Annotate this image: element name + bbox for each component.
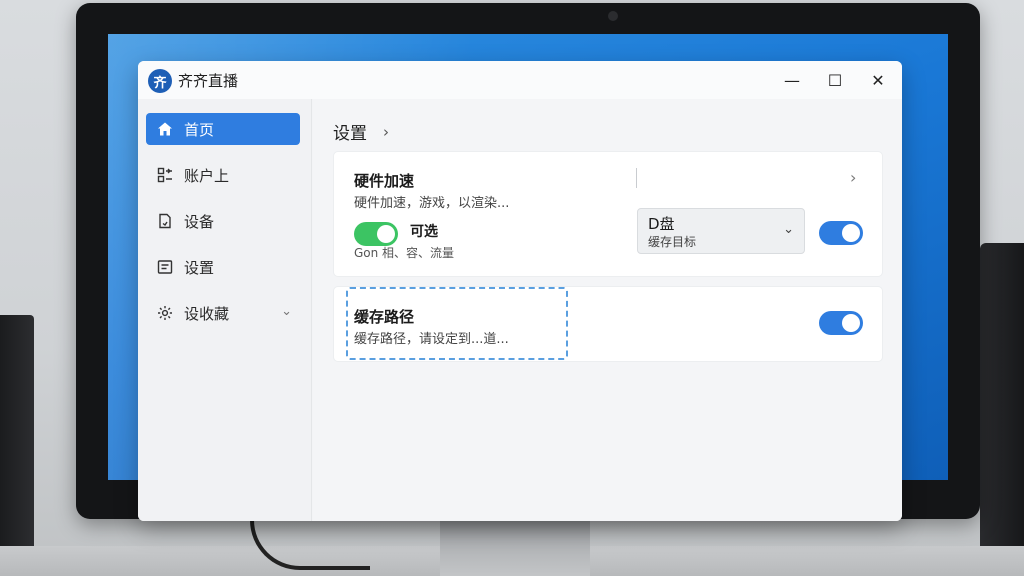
toggle-knob bbox=[842, 224, 860, 242]
chevron-right-icon: › bbox=[383, 122, 389, 141]
card-title: 缓存路径 bbox=[354, 308, 415, 326]
list-icon bbox=[156, 166, 174, 184]
card-description: 缓存路径，请设定到...道... bbox=[354, 332, 509, 347]
app-logo-icon: 齐 bbox=[148, 69, 172, 93]
breadcrumb[interactable]: 设置 › bbox=[333, 119, 389, 145]
app-title: 齐齐直播 bbox=[178, 72, 239, 90]
main-content: 设置 › 硬件加速 硬件加速，游戏，以渲染... › 可选 Gon 相、容、流量… bbox=[313, 99, 902, 521]
cache-path-card: 缓存路径 缓存路径，请设定到...道... bbox=[333, 286, 883, 362]
title-bar[interactable]: 齐 齐齐直播 — ☐ ✕ bbox=[138, 61, 902, 99]
sidebar-item-favorites[interactable]: 设收藏 ⌄ bbox=[146, 297, 300, 329]
option-toggle[interactable] bbox=[354, 222, 398, 246]
left-speaker bbox=[0, 315, 34, 576]
chevron-down-icon: ⌄ bbox=[281, 304, 292, 319]
right-speaker bbox=[980, 243, 1024, 576]
sidebar-item-label: 首页 bbox=[184, 120, 215, 139]
toggle-knob bbox=[377, 225, 395, 243]
monitor-stand bbox=[440, 515, 590, 576]
chevron-down-icon: ⌄ bbox=[783, 222, 794, 237]
chevron-right-icon[interactable]: › bbox=[850, 168, 856, 187]
page-title: 设置 bbox=[333, 124, 367, 144]
toggle-knob bbox=[842, 314, 860, 332]
maximize-button[interactable]: ☐ bbox=[815, 65, 855, 95]
sidebar-item-label: 设备 bbox=[184, 212, 215, 231]
form-icon bbox=[156, 258, 174, 276]
sidebar-item-label: 设收藏 bbox=[184, 304, 230, 323]
sidebar-item-settings[interactable]: 设置 bbox=[146, 251, 300, 283]
cache-path-toggle[interactable] bbox=[819, 311, 863, 335]
sidebar-item-label: 设置 bbox=[184, 258, 215, 277]
document-icon bbox=[156, 212, 174, 230]
divider bbox=[636, 168, 637, 188]
sidebar-item-home[interactable]: 首页 bbox=[146, 113, 300, 145]
minimize-button[interactable]: — bbox=[772, 65, 812, 95]
hardware-acceleration-toggle[interactable] bbox=[819, 221, 863, 245]
sidebar: 首页 账户上 设备 设置 设收藏 ⌄ bbox=[138, 99, 312, 521]
gear-icon bbox=[156, 304, 174, 322]
home-icon bbox=[156, 120, 174, 138]
toggle-sublabel: Gon 相、容、流量 bbox=[354, 246, 455, 260]
close-button[interactable]: ✕ bbox=[858, 65, 898, 95]
card-description: 硬件加速，游戏，以渲染... bbox=[354, 196, 510, 211]
sidebar-item-device[interactable]: 设备 bbox=[146, 205, 300, 237]
webcam bbox=[608, 11, 618, 21]
sidebar-item-account[interactable]: 账户上 bbox=[146, 159, 300, 191]
select-value: D盘 bbox=[648, 215, 675, 233]
toggle-label: 可选 bbox=[410, 224, 438, 240]
app-window: 齐 齐齐直播 — ☐ ✕ 首页 账户上 设备 设置 设收藏 ⌄ 设置 › 硬件加… bbox=[138, 61, 902, 521]
drive-select[interactable]: D盘 缓存目标 ⌄ bbox=[637, 208, 805, 254]
select-subtext: 缓存目标 bbox=[648, 235, 697, 249]
sidebar-item-label: 账户上 bbox=[184, 166, 230, 185]
hardware-acceleration-card: 硬件加速 硬件加速，游戏，以渲染... › 可选 Gon 相、容、流量 D盘 缓… bbox=[333, 151, 883, 277]
card-title: 硬件加速 bbox=[354, 172, 415, 190]
